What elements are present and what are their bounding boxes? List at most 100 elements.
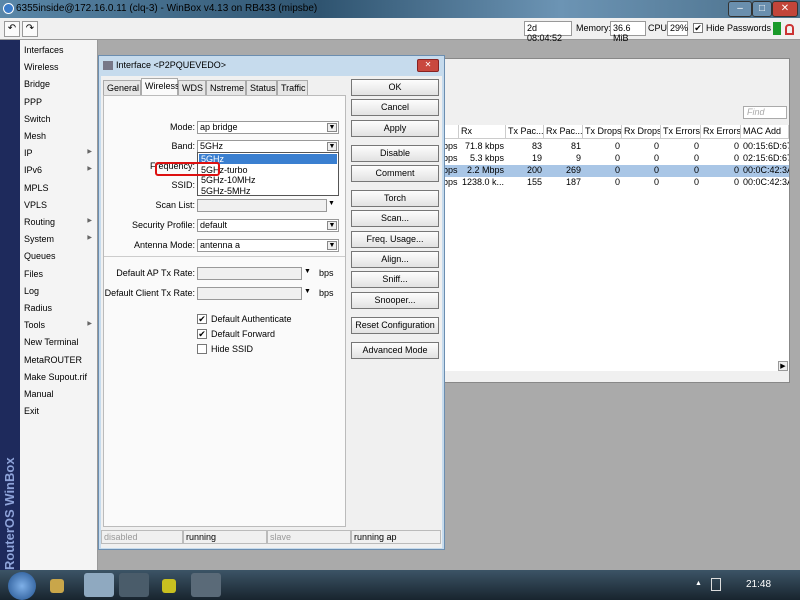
button-reset-configuration[interactable]: Reset Configuration: [351, 317, 439, 334]
scroll-right-button[interactable]: ▶: [778, 361, 788, 371]
table-cell: 0: [653, 141, 659, 151]
close-button[interactable]: ✕: [772, 1, 798, 17]
toolbar: ↶ ↷ 2d 08:04:52 Memory: 36.6 MiB CPU: 29…: [0, 18, 800, 43]
button-snooper[interactable]: Snooper...: [351, 292, 439, 309]
band-option[interactable]: 5GHz: [199, 154, 337, 164]
button-align[interactable]: Align...: [351, 251, 439, 268]
app-icon[interactable]: [162, 579, 176, 593]
column-header[interactable]: Rx Drops: [622, 125, 661, 139]
tab-nstreme[interactable]: Nstreme: [206, 80, 246, 95]
firefox-icon[interactable]: [119, 573, 149, 597]
sidebar-item-label: Make Supout.rif: [24, 371, 88, 382]
network-icon[interactable]: [711, 578, 721, 591]
app-task-icon[interactable]: [191, 573, 221, 597]
column-header[interactable]: Rx Errors: [701, 125, 741, 139]
sidebar-item-vpls[interactable]: VPLS: [24, 200, 96, 210]
button-torch[interactable]: Torch: [351, 190, 439, 207]
sidebar-item-manual[interactable]: Manual: [24, 389, 96, 399]
table-row[interactable]: bps2.2 Mbps200269000000:0C:42:3A:: [441, 165, 789, 177]
button-sniff[interactable]: Sniff...: [351, 271, 439, 288]
explorer-icon[interactable]: [50, 579, 64, 593]
sidebar-item-make-supout-rif[interactable]: Make Supout.rif: [24, 372, 96, 382]
dialog-close-button[interactable]: ✕: [417, 59, 439, 72]
sidebar-item-files[interactable]: Files: [24, 269, 96, 279]
minimize-button[interactable]: –: [728, 1, 752, 17]
clock[interactable]: 21:48: [746, 579, 771, 590]
scan-list-field[interactable]: [197, 199, 327, 212]
tab-general[interactable]: General: [103, 80, 141, 95]
sidebar-item-ppp[interactable]: PPP: [24, 97, 96, 107]
security-profile-select[interactable]: default ▼: [197, 219, 339, 232]
button-scan[interactable]: Scan...: [351, 210, 439, 227]
column-header[interactable]: Tx Pac...: [506, 125, 544, 139]
checkbox-default-forward[interactable]: ✔: [197, 329, 207, 339]
sidebar-item-mpls[interactable]: MPLS: [24, 183, 96, 193]
sidebar-item-queues[interactable]: Queues: [24, 251, 96, 261]
band-option[interactable]: 5GHz-5MHz: [199, 186, 337, 196]
sidebar-item-exit[interactable]: Exit: [24, 406, 96, 416]
antenna-mode-select[interactable]: antenna a ▼: [197, 239, 339, 252]
tab-wireless[interactable]: Wireless: [141, 78, 180, 95]
column-header[interactable]: Tx Errors: [661, 125, 701, 139]
ap-tx-rate-field[interactable]: [197, 267, 302, 280]
button-freq-usage[interactable]: Freq. Usage...: [351, 231, 439, 248]
redo-button[interactable]: ↷: [22, 21, 38, 37]
sidebar-item-label: Queues: [24, 251, 56, 262]
table-cell: 2.2 Mbps: [466, 165, 504, 175]
sidebar-item-bridge[interactable]: Bridge: [24, 79, 96, 89]
hide-passwords-checkbox[interactable]: ✔: [693, 23, 703, 33]
find-input[interactable]: Find: [743, 106, 787, 119]
sidebar-item-interfaces[interactable]: Interfaces: [24, 45, 96, 55]
sidebar-item-radius[interactable]: Radius: [24, 303, 96, 313]
checkbox-default-authenticate[interactable]: ✔: [197, 314, 207, 324]
band-option[interactable]: 5GHz-10MHz: [199, 175, 337, 185]
checkbox-hide-ssid[interactable]: [197, 344, 207, 354]
sidebar-item-new-terminal[interactable]: New Terminal: [24, 337, 96, 347]
dropdown-icon[interactable]: ▼: [304, 288, 311, 295]
sidebar-item-ipv6[interactable]: IPv6 ▶: [24, 165, 96, 175]
winbox-task-icon[interactable]: [84, 573, 114, 597]
sidebar-item-mesh[interactable]: Mesh: [24, 131, 96, 141]
sidebar-item-log[interactable]: Log: [24, 286, 96, 296]
table-row[interactable]: bps5.3 kbps199000002:15:6D:67:: [441, 153, 789, 165]
mode-select[interactable]: ap bridge ▼: [197, 121, 339, 134]
sidebar-item-ip[interactable]: IP ▶: [24, 148, 96, 158]
table-row[interactable]: bps1238.0 k...155187000000:0C:42:3A:: [441, 177, 789, 189]
button-ok[interactable]: OK: [351, 79, 439, 96]
undo-button[interactable]: ↶: [4, 21, 20, 37]
column-header[interactable]: Rx: [459, 125, 506, 139]
column-header[interactable]: MAC Add: [741, 125, 789, 139]
column-header[interactable]: Tx Drops: [583, 125, 622, 139]
sidebar-item-label: PPP: [24, 96, 43, 107]
antenna-mode-label: Antenna Mode:: [133, 240, 195, 250]
mode-label: Mode:: [169, 122, 195, 132]
security-profile-value: default: [200, 220, 228, 230]
button-comment[interactable]: Comment: [351, 165, 439, 182]
client-tx-rate-field[interactable]: [197, 287, 302, 300]
table-cell: 0: [693, 153, 699, 163]
dropdown-icon[interactable]: ▼: [304, 268, 311, 275]
table-row[interactable]: bps71.8 kbps8381000000:15:6D:67:: [441, 141, 789, 153]
maximize-button[interactable]: □: [752, 1, 772, 17]
sidebar-item-system[interactable]: System ▶: [24, 234, 96, 244]
sidebar-item-label: IP: [24, 148, 33, 159]
status-slave: slave: [267, 530, 351, 544]
sidebar-item-tools[interactable]: Tools ▶: [24, 320, 96, 330]
dropdown-icon[interactable]: ▼: [328, 200, 335, 207]
sidebar-item-metarouter[interactable]: MetaROUTER: [24, 355, 96, 365]
sidebar-item-switch[interactable]: Switch: [24, 114, 96, 124]
tab-wds[interactable]: WDS: [178, 80, 206, 95]
button-apply[interactable]: Apply: [351, 120, 439, 137]
sidebar-item-label: MetaROUTER: [24, 354, 83, 365]
tray-expand-icon[interactable]: ▲: [695, 580, 702, 587]
tab-status[interactable]: Status: [246, 80, 277, 95]
button-cancel[interactable]: Cancel: [351, 99, 439, 116]
button-disable[interactable]: Disable: [351, 145, 439, 162]
table-cell: 00:15:6D:67:: [743, 141, 789, 151]
tab-traffic[interactable]: Traffic: [277, 80, 308, 95]
sidebar-item-wireless[interactable]: Wireless: [24, 62, 96, 72]
sidebar-item-routing[interactable]: Routing ▶: [24, 217, 96, 227]
column-header[interactable]: Rx Pac...: [544, 125, 583, 139]
start-button[interactable]: [8, 572, 36, 600]
button-advanced-mode[interactable]: Advanced Mode: [351, 342, 439, 359]
